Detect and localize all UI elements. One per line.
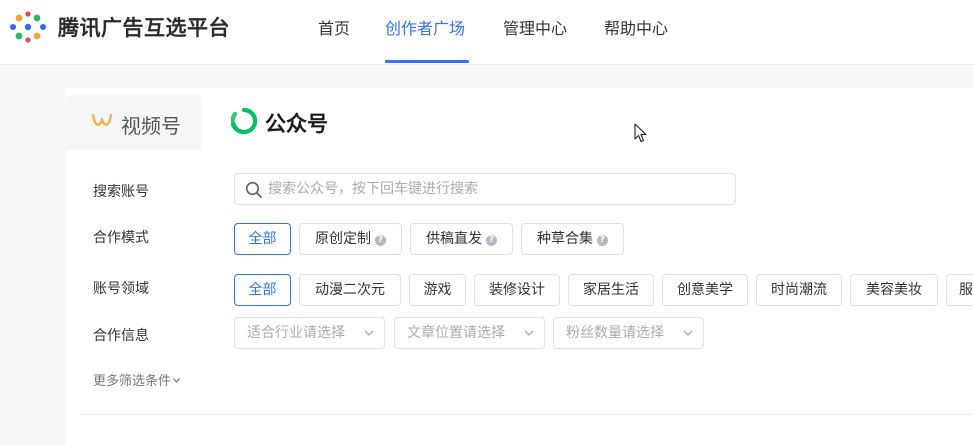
- search-icon: [245, 181, 262, 198]
- help-icon[interactable]: ?: [597, 235, 608, 246]
- domain-chip-clothing[interactable]: 服: [946, 274, 973, 306]
- nav-help[interactable]: 帮助中心: [604, 15, 668, 39]
- chevron-down-icon: [524, 330, 534, 336]
- nav-management[interactable]: 管理中心: [503, 15, 567, 39]
- mode-chip-label: 全部: [248, 231, 277, 247]
- mode-chip-original[interactable]: 原创定制?: [299, 223, 402, 255]
- mode-chip-label: 原创定制: [315, 231, 371, 247]
- official-account-icon: [231, 108, 257, 134]
- brand-title: 腾讯广告互选平台: [58, 16, 230, 40]
- domain-chip-beauty[interactable]: 美容美妆: [850, 274, 938, 306]
- industry-select-placeholder: 适合行业请选择: [247, 325, 345, 341]
- nav-home[interactable]: 首页: [318, 15, 350, 39]
- domain-chip-fashion[interactable]: 时尚潮流: [756, 274, 842, 306]
- domain-chip-creative[interactable]: 创意美学: [662, 274, 748, 306]
- chevron-down-icon: [173, 378, 180, 383]
- mode-chip-label: 供稿直发: [426, 231, 482, 247]
- logo-icon: [10, 11, 46, 43]
- mode-chip-collection[interactable]: 种草合集?: [521, 223, 624, 255]
- mouse-cursor-icon: [634, 123, 647, 143]
- follower-count-placeholder: 粉丝数量请选择: [566, 325, 664, 341]
- article-position-placeholder: 文章位置请选择: [407, 325, 505, 341]
- search-label: 搜索账号: [93, 184, 149, 200]
- search-input[interactable]: [268, 174, 728, 204]
- domain-chip-game[interactable]: 游戏: [409, 274, 466, 306]
- mode-chip-label: 种草合集: [537, 231, 593, 247]
- domain-chip-all[interactable]: 全部: [234, 274, 291, 306]
- mode-chip-direct[interactable]: 供稿直发?: [410, 223, 513, 255]
- nav-creator-square[interactable]: 创作者广场: [385, 15, 465, 39]
- help-icon[interactable]: ?: [486, 235, 497, 246]
- domain-chip-anime[interactable]: 动漫二次元: [299, 274, 401, 306]
- chevron-down-icon: [364, 330, 374, 336]
- divider: [80, 414, 973, 415]
- tab-official-label[interactable]: 公众号: [265, 108, 328, 138]
- domain-chip-home[interactable]: 家居生活: [568, 274, 654, 306]
- domain-label: 账号领域: [93, 281, 149, 297]
- mode-chip-all[interactable]: 全部: [234, 223, 291, 255]
- article-position-select[interactable]: 文章位置请选择: [394, 317, 545, 349]
- more-filters-link[interactable]: 更多筛选条件: [93, 370, 180, 389]
- help-icon[interactable]: ?: [375, 235, 386, 246]
- domain-chip-decoration[interactable]: 装修设计: [474, 274, 560, 306]
- industry-select[interactable]: 适合行业请选择: [234, 317, 385, 349]
- mode-label: 合作模式: [93, 230, 149, 246]
- chevron-down-icon: [683, 330, 693, 336]
- info-label: 合作信息: [93, 328, 149, 344]
- more-filters-label: 更多筛选条件: [93, 374, 172, 389]
- follower-count-select[interactable]: 粉丝数量请选择: [553, 317, 704, 349]
- active-nav-indicator: [385, 60, 469, 63]
- tab-video-label[interactable]: 视频号: [121, 110, 181, 139]
- video-account-icon: [91, 113, 113, 126]
